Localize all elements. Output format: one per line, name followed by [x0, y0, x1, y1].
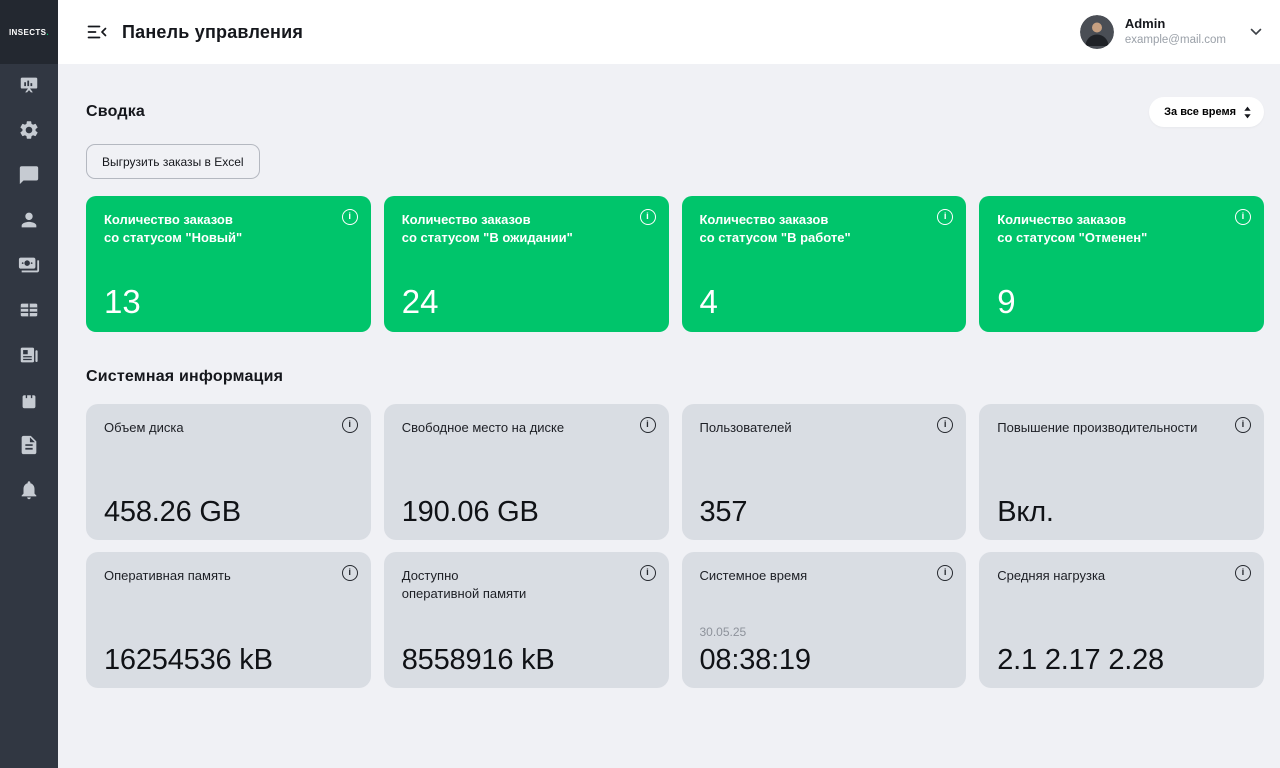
card-title: Средняя нагрузка	[997, 568, 1106, 583]
card-value: Вкл.	[997, 496, 1054, 528]
logo-dot: .	[46, 27, 50, 37]
info-icon[interactable]	[937, 209, 954, 225]
system-card-performance: Повышение производительности Вкл.	[979, 404, 1264, 540]
system-card-users: Пользователей 357	[681, 404, 967, 540]
card-title: Повышение производительности	[997, 420, 1198, 435]
dashboard-icon	[20, 77, 38, 93]
card-date: 30.05.25	[699, 625, 747, 639]
header: Панель управления Admin example@mail.com	[58, 0, 1280, 64]
card-title: Количество заказов со статусом "Новый"	[104, 212, 243, 246]
card-title: Доступно оперативной памяти	[401, 568, 527, 602]
system-card-time: Системное время 30.05.25 08:38:19	[681, 552, 967, 688]
card-value: 13	[104, 283, 141, 320]
sidebar-nav	[0, 64, 58, 502]
system-heading: Системная информация	[86, 368, 284, 385]
info-icon[interactable]	[341, 565, 358, 581]
card-value: 08:38:19	[699, 644, 811, 676]
user-name: Admin	[1124, 16, 1166, 32]
card-value: 16254536 kB	[104, 644, 273, 676]
card-value: 4	[699, 283, 718, 320]
settings-icon	[20, 121, 38, 139]
card-title: Оперативная память	[104, 568, 231, 583]
collapse-sidebar-button[interactable]	[84, 19, 110, 45]
user-menu[interactable]: Admin example@mail.com	[1079, 15, 1262, 49]
document-icon	[21, 435, 37, 455]
card-title: Пользователей	[699, 420, 792, 435]
info-icon[interactable]	[1235, 209, 1251, 225]
period-filter-dropdown[interactable]: За все время	[1149, 97, 1264, 127]
system-card-ram-total: Оперативная память 16254536 kB	[86, 552, 371, 688]
collapse-sidebar-icon	[87, 25, 107, 39]
card-value: 357	[699, 496, 748, 528]
info-icon[interactable]	[341, 209, 358, 225]
system-card-disk-free: Свободное место на диске 190.06 GB	[383, 404, 669, 540]
card-value: 2.1 2.17 2.28	[997, 644, 1164, 676]
avatar	[1079, 15, 1114, 49]
card-value: 9	[997, 283, 1016, 320]
info-icon[interactable]	[937, 417, 954, 433]
system-card-load: Средняя нагрузка 2.1 2.17 2.28	[979, 552, 1264, 688]
card-title: Системное время	[699, 568, 808, 583]
card-value: 8558916 kB	[401, 644, 555, 676]
info-icon[interactable]	[341, 417, 358, 433]
summary-heading: Сводка	[86, 103, 146, 120]
system-cards-grid: Объем диска 458.26 GB Свободное место на…	[86, 404, 1264, 688]
card-title: Объем диска	[104, 420, 184, 435]
summary-card-inprogress: Количество заказов со статусом "В работе"…	[681, 196, 967, 332]
info-icon[interactable]	[937, 565, 954, 581]
chevron-down-icon[interactable]	[1250, 28, 1262, 36]
sidebar-item-payments[interactable]	[17, 253, 41, 277]
card-value: 24	[401, 283, 439, 320]
info-icon[interactable]	[639, 209, 656, 225]
sidebar-item-chat[interactable]	[17, 163, 41, 187]
info-icon[interactable]	[639, 417, 656, 433]
sidebar-item-shop[interactable]	[17, 388, 41, 412]
sidebar-item-notifications[interactable]	[17, 478, 41, 502]
summary-card-pending: Количество заказов со статусом "В ожидани…	[383, 196, 669, 332]
info-icon[interactable]	[639, 565, 656, 581]
sidebar-item-users[interactable]	[17, 208, 41, 232]
news-icon	[20, 347, 38, 363]
sidebar-item-table[interactable]	[17, 298, 41, 322]
info-icon[interactable]	[1235, 417, 1251, 433]
main-column: Панель управления Admin example@mail.com…	[58, 0, 1280, 768]
user-meta: Admin example@mail.com	[1125, 16, 1226, 48]
content: Сводка За все время Выгрузить заказы в E…	[58, 64, 1280, 688]
card-value: 458.26 GB	[104, 496, 241, 528]
sidebar-item-documents[interactable]	[17, 433, 41, 457]
unfold-arrows-icon	[1244, 106, 1251, 118]
export-excel-button[interactable]: Выгрузить заказы в Excel	[86, 144, 260, 179]
notifications-icon	[21, 481, 37, 500]
card-value: 190.06 GB	[401, 496, 539, 528]
summary-header-row: Сводка За все время	[86, 97, 1264, 127]
sidebar-item-dashboard[interactable]	[17, 73, 41, 97]
avatar-image	[1079, 15, 1114, 49]
logo[interactable]: INSECTS.	[0, 0, 58, 64]
chat-icon	[19, 166, 39, 185]
page-title: Панель управления	[122, 21, 304, 42]
app: INSECTS. Панель управления Admin example…	[0, 0, 1280, 768]
card-title: Количество заказов со статусом "В работе"	[699, 212, 851, 246]
card-title: Количество заказов со статусом "В ожидани…	[401, 212, 573, 246]
users-icon	[21, 212, 37, 228]
summary-card-new: Количество заказовсо статусом "Новый" 13	[86, 196, 371, 332]
period-filter-value: За все время	[1164, 106, 1236, 118]
card-title: Количество заказов со статусом "Отменен"	[997, 212, 1148, 246]
sidebar-item-settings[interactable]	[17, 118, 41, 142]
user-email: example@mail.com	[1124, 34, 1226, 47]
info-icon[interactable]	[1235, 565, 1251, 581]
summary-card-cancelled: Количество заказов со статусом "Отменен" …	[979, 196, 1264, 332]
system-card-ram-free: Доступно оперативной памяти 8558916 kB	[383, 552, 669, 688]
shopping-bag-icon	[22, 392, 36, 409]
sidebar-item-news[interactable]	[17, 343, 41, 367]
payments-icon	[18, 257, 40, 273]
card-title: Свободное место на диске	[401, 420, 565, 435]
system-card-disk-total: Объем диска 458.26 GB	[86, 404, 371, 540]
summary-cards-grid: Количество заказовсо статусом "Новый" 13…	[86, 196, 1264, 332]
logo-text: INSECTS	[8, 27, 47, 37]
table-icon	[20, 303, 38, 317]
sidebar: INSECTS.	[0, 0, 58, 768]
